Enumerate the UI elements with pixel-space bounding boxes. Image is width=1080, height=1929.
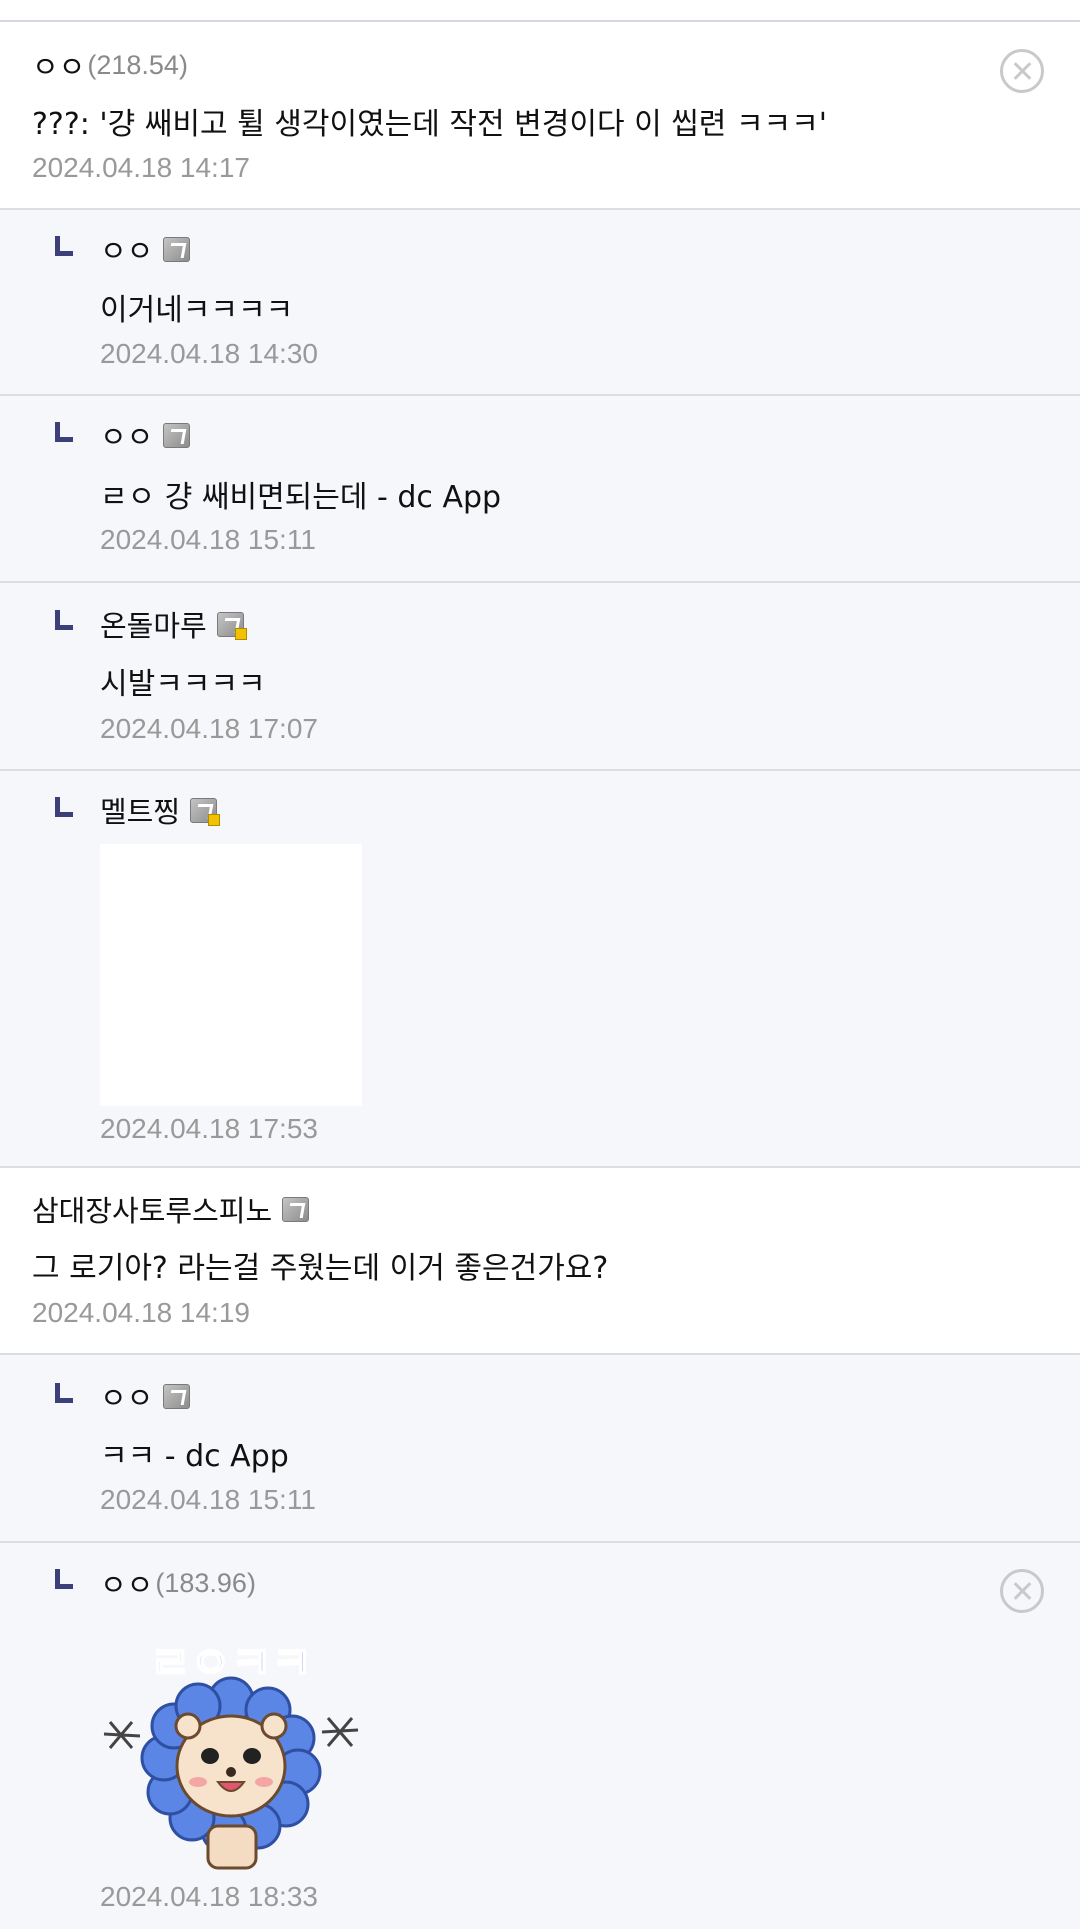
reply-item: 온돌마루 시발ㅋㅋㅋㅋ 2024.04.18 17:07: [0, 583, 1080, 771]
member-icon: [190, 797, 221, 826]
comment-author: 삼대장사토루스피노: [32, 1188, 310, 1230]
reply-item: ㅇㅇ ㅋㅋ - dc App 2024.04.18 15:11: [0, 1355, 1080, 1543]
reply-item: ㅇㅇ 이거네ㅋㅋㅋㅋ 2024.04.18 14:30: [0, 210, 1080, 396]
comment-date: 2024.04.18 14:30: [100, 338, 318, 369]
reply-item: 멜트찡 2024.04.18 17:53: [0, 771, 1080, 1168]
comment-author: ㅇㅇ: [100, 228, 191, 270]
nickname[interactable]: ㅇㅇ: [100, 414, 153, 456]
comment-text: 시발ㅋㅋㅋㅋ: [100, 667, 266, 702]
comment-author: ㅇㅇ (218.54): [32, 45, 188, 85]
nickname[interactable]: 멜트찡: [100, 789, 180, 831]
reply-icon: [55, 610, 73, 630]
ip-address: (183.96): [155, 1567, 256, 1598]
member-icon: [282, 1196, 310, 1222]
comment-text: 이거네ㅋㅋㅋㅋ: [100, 293, 294, 328]
ip-address: (218.54): [87, 49, 188, 80]
comment-text: ???: '걍 쌔비고 튈 생각이였는데 작전 변경이다 이 씹련 ㅋㅋㅋ': [32, 107, 827, 142]
reply-icon: [55, 797, 73, 817]
delete-icon[interactable]: [1000, 49, 1044, 93]
member-icon: [163, 236, 191, 262]
comment-author: ㅇㅇ (183.96): [100, 1563, 256, 1603]
member-icon: [216, 611, 247, 640]
reply-icon: [55, 422, 73, 442]
comment-author: 온돌마루: [100, 603, 247, 645]
delete-icon[interactable]: [1000, 1569, 1044, 1613]
comment-date: 2024.04.18 15:11: [100, 1484, 316, 1515]
comment-text: ㅋㅋ - dc App: [100, 1439, 289, 1474]
comment-author: ㅇㅇ: [100, 1375, 191, 1417]
comment-date: 2024.04.18 17:07: [100, 713, 318, 744]
reply-icon: [55, 236, 73, 256]
reply-item: ㅇㅇ (183.96) ㄹㅇㅋㅋ 2024.04.18 18:33: [0, 1543, 1080, 1929]
nickname[interactable]: ㅇㅇ: [100, 1562, 153, 1604]
nickname[interactable]: ㅇㅇ: [100, 228, 153, 270]
sticker-image[interactable]: ㄹㅇㅋㅋ: [100, 1630, 362, 1874]
comment-item: ㅇㅇ (218.54) ???: '걍 쌔비고 튈 생각이였는데 작전 변경이다…: [0, 22, 1080, 210]
comment-date: 2024.04.18 15:11: [100, 524, 316, 555]
nickname[interactable]: 온돌마루: [100, 603, 207, 645]
comment-date: 2024.04.18 17:53: [100, 1113, 318, 1144]
nickname[interactable]: 삼대장사토루스피노: [32, 1188, 272, 1230]
comment-date: 2024.04.18 14:17: [32, 152, 250, 183]
comment-text: 그 로기아? 라는걸 주웠는데 이거 좋은건가요?: [32, 1251, 609, 1286]
nickname[interactable]: ㅇㅇ: [100, 1375, 153, 1417]
reply-item: ㅇㅇ ㄹㅇ 걍 쌔비면되는데 - dc App 2024.04.18 15:11: [0, 396, 1080, 583]
comment-item: 삼대장사토루스피노 그 로기아? 라는걸 주웠는데 이거 좋은건가요? 2024…: [0, 1168, 1080, 1355]
comment-author: 멜트찡: [100, 789, 221, 831]
comment-author: ㅇㅇ: [100, 414, 191, 456]
member-icon: [163, 422, 191, 448]
comment-date: 2024.04.18 18:33: [100, 1881, 318, 1912]
comment-date: 2024.04.18 14:19: [32, 1297, 250, 1328]
reply-icon: [55, 1569, 73, 1589]
nickname[interactable]: ㅇㅇ: [32, 44, 85, 86]
member-icon: [163, 1383, 191, 1409]
attached-image[interactable]: [100, 844, 362, 1106]
reply-icon: [55, 1383, 73, 1403]
comment-text: ㄹㅇ 걍 쌔비면되는데 - dc App: [100, 480, 502, 515]
